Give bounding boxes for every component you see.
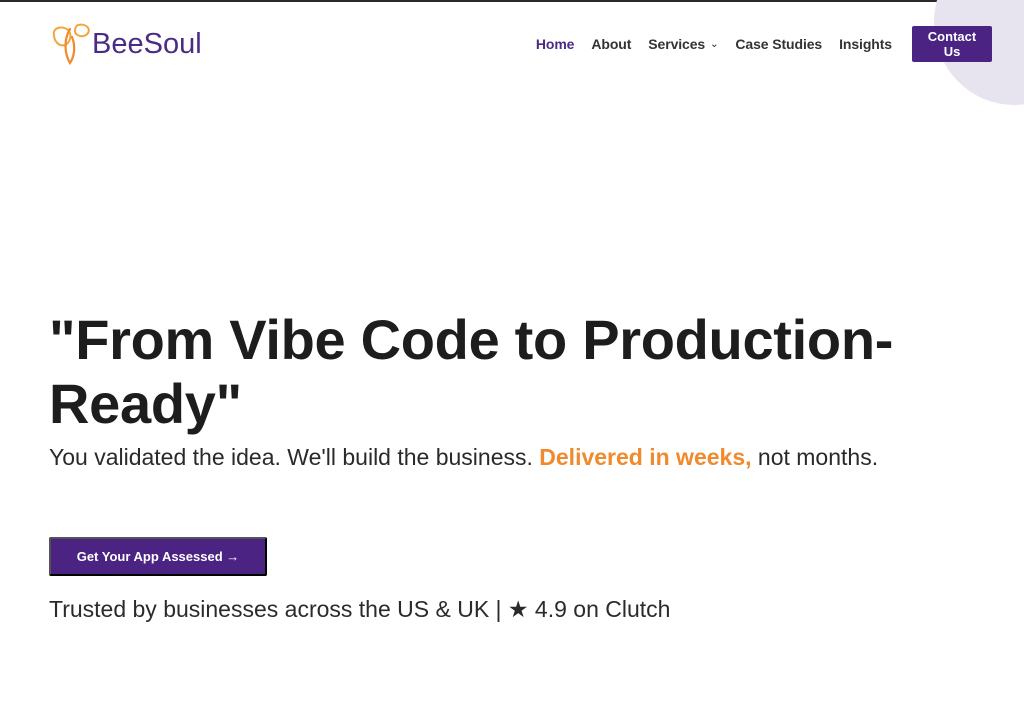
hero-section: "From Vibe Code to Production-Ready" You… xyxy=(49,308,989,471)
hero-subtitle: You validated the idea. We'll build the … xyxy=(49,444,929,471)
get-app-assessed-button[interactable]: Get Your App Assessed → xyxy=(49,537,267,576)
main-nav: Home About Services ⌄ Case Studies Insig… xyxy=(536,26,992,62)
nav-case-studies[interactable]: Case Studies xyxy=(735,36,822,52)
site-header: BeeSoul Home About Services ⌄ Case Studi… xyxy=(0,0,1024,90)
nav-services[interactable]: Services ⌄ xyxy=(648,36,718,52)
subtitle-lead: You validated the idea. We'll build the … xyxy=(49,444,540,470)
nav-services-label: Services xyxy=(648,36,706,52)
page: BeeSoul Home About Services ⌄ Case Studi… xyxy=(0,0,1024,703)
nav-home[interactable]: Home xyxy=(536,36,575,52)
contact-us-button[interactable]: Contact Us xyxy=(912,26,992,62)
subtitle-tail: not months. xyxy=(751,444,879,470)
brand-name: BeeSoul xyxy=(92,27,202,60)
nav-about[interactable]: About xyxy=(591,36,631,52)
trust-statement: Trusted by businesses across the US & UK… xyxy=(49,596,671,622)
brand-logo[interactable]: BeeSoul xyxy=(48,20,202,68)
subtitle-accent: Delivered in weeks, xyxy=(539,444,752,470)
bee-logo-icon xyxy=(52,23,90,66)
nav-insights[interactable]: Insights xyxy=(839,36,892,52)
chevron-down-icon: ⌄ xyxy=(710,38,719,50)
hero-title: "From Vibe Code to Production-Ready" xyxy=(49,308,894,435)
